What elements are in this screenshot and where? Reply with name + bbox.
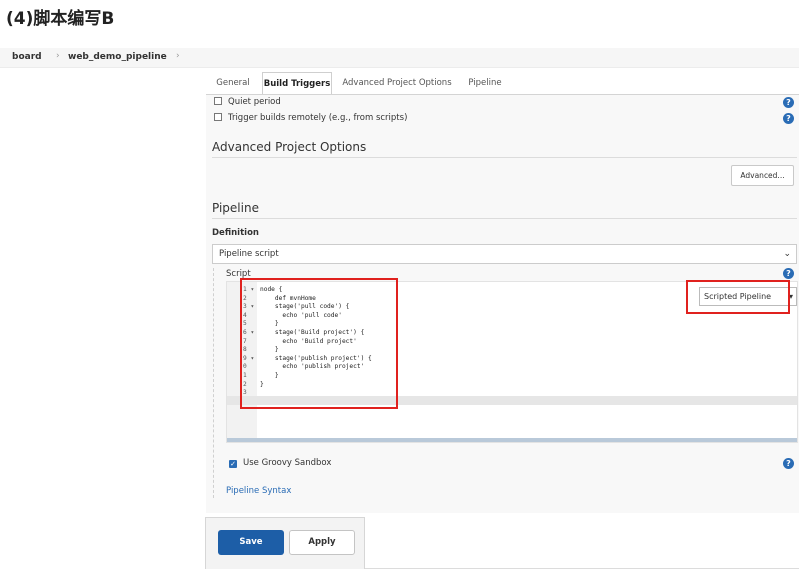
advanced-button[interactable]: Advanced... <box>731 165 794 186</box>
definition-select[interactable]: Pipeline script ⌄ <box>212 244 797 264</box>
chevron-down-icon: ⌄ <box>783 249 791 259</box>
breadcrumb-separator-icon: › <box>176 51 180 61</box>
editor-scrollbar[interactable] <box>227 438 797 442</box>
trigger-remote-checkbox[interactable] <box>214 113 222 121</box>
save-button[interactable]: Save <box>218 530 284 555</box>
groovy-sandbox-label: Use Groovy Sandbox <box>243 458 332 468</box>
tab-pipeline[interactable]: Pipeline <box>464 72 506 94</box>
section-divider <box>212 157 797 158</box>
tab-build-triggers[interactable]: Build Triggers <box>262 72 332 95</box>
tab-advanced-project-options[interactable]: Advanced Project Options <box>342 72 452 94</box>
check-icon[interactable]: ✓ <box>229 460 237 468</box>
highlight-box-script <box>240 278 398 409</box>
highlight-box-script-type <box>686 280 790 314</box>
breadcrumb-item-board[interactable]: board <box>12 52 42 62</box>
trigger-remote-label: Trigger builds remotely (e.g., from scri… <box>228 113 408 123</box>
definition-label: Definition <box>212 228 259 238</box>
section-divider <box>212 218 797 219</box>
bottom-divider <box>365 568 799 569</box>
option-trigger-remote[interactable]: Trigger builds remotely (e.g., from scri… <box>214 113 407 123</box>
pipeline-syntax-link[interactable]: Pipeline Syntax <box>226 486 291 496</box>
breadcrumb: board › web_demo_pipeline › <box>0 48 799 68</box>
apply-button[interactable]: Apply <box>289 530 355 555</box>
quiet-period-label: Quiet period <box>228 97 281 107</box>
option-quiet-period[interactable]: Quiet period <box>214 97 281 107</box>
advanced-section-title: Advanced Project Options <box>212 140 367 154</box>
help-icon[interactable]: ? <box>783 458 794 469</box>
quiet-period-checkbox[interactable] <box>214 97 222 105</box>
groovy-sandbox-option[interactable]: ✓ Use Groovy Sandbox <box>229 458 331 468</box>
page-heading: (4)脚本编写B <box>6 9 115 29</box>
help-icon[interactable]: ? <box>783 268 794 279</box>
definition-value: Pipeline script <box>219 249 279 259</box>
breadcrumb-separator-icon: › <box>56 51 60 61</box>
pipeline-section-title: Pipeline <box>212 201 259 215</box>
breadcrumb-item-job[interactable]: web_demo_pipeline <box>68 52 167 62</box>
tab-general[interactable]: General <box>212 72 254 94</box>
help-icon[interactable]: ? <box>783 113 794 124</box>
help-icon[interactable]: ? <box>783 97 794 108</box>
